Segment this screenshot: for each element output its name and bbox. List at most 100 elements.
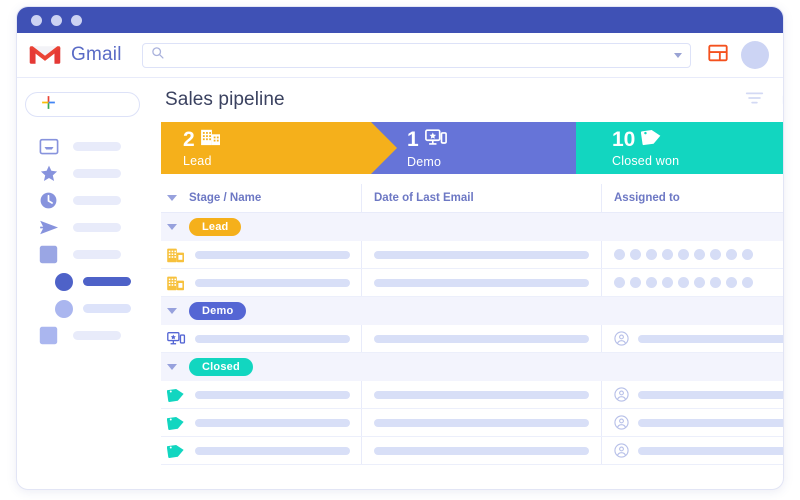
row-date-placeholder — [374, 279, 589, 287]
table-row[interactable] — [161, 381, 784, 409]
close-icon[interactable] — [31, 15, 42, 26]
status-badge: Closed — [189, 358, 253, 376]
table-row[interactable] — [161, 269, 784, 297]
devices-star-icon — [167, 330, 186, 347]
tag-icon — [641, 128, 662, 151]
search-input[interactable] — [170, 49, 668, 61]
person-icon — [614, 387, 629, 402]
minimize-icon[interactable] — [51, 15, 62, 26]
window-titlebar — [17, 7, 783, 33]
clock-snoozed-icon — [39, 191, 61, 211]
avatar[interactable] — [741, 41, 769, 69]
chevron-down-icon[interactable] — [674, 53, 682, 58]
row-date-placeholder — [374, 447, 589, 455]
square-drafts-icon — [39, 245, 61, 265]
table-row[interactable] — [161, 241, 784, 269]
tag-icon — [167, 442, 186, 459]
sidebar-item-starred[interactable] — [25, 160, 157, 187]
table-header-row: Stage / Name Date of Last Email Assigned… — [161, 184, 784, 213]
pipeline-stage-lead[interactable]: 2 — [161, 122, 371, 174]
search-bar[interactable] — [142, 43, 691, 68]
sidebar-label-secondary[interactable] — [25, 295, 157, 322]
row-assignee-placeholder — [638, 335, 784, 343]
app-window: Gmail — [16, 6, 784, 490]
layout-grid-icon[interactable] — [707, 42, 729, 69]
person-icon — [614, 443, 629, 458]
row-name-placeholder — [195, 391, 350, 399]
row-date-placeholder — [374, 391, 589, 399]
sidebar-item-more[interactable] — [25, 322, 157, 349]
gmail-brand-label: Gmail — [71, 44, 122, 66]
chevron-down-icon[interactable] — [167, 364, 177, 370]
building-icon — [167, 246, 186, 263]
pipeline-stage-demo[interactable]: 1 Demo — [371, 122, 576, 174]
column-header-stage-name[interactable]: Stage / Name — [189, 192, 261, 204]
row-date-placeholder — [374, 335, 589, 343]
row-name-placeholder — [195, 335, 350, 343]
chevron-down-icon[interactable] — [167, 308, 177, 314]
label-circle-icon — [55, 300, 73, 318]
maximize-icon[interactable] — [71, 15, 82, 26]
row-date-placeholder — [374, 251, 589, 259]
pipeline-stage-closed-won[interactable]: 10 Closed won — [576, 122, 784, 174]
stage-count: 10 — [612, 129, 635, 150]
stage-label: Closed won — [612, 154, 784, 168]
square-icon — [39, 326, 61, 346]
row-date-placeholder — [374, 419, 589, 427]
row-assignee-placeholder — [638, 447, 784, 455]
sidebar-item-label — [83, 277, 131, 286]
table-row[interactable] — [161, 409, 784, 437]
column-header-date[interactable]: Date of Last Email — [361, 184, 601, 212]
tag-icon — [167, 414, 186, 431]
sidebar-item-drafts[interactable] — [25, 241, 157, 268]
main-header: Sales pipeline — [161, 78, 784, 122]
pipeline-stages: 2 — [161, 122, 784, 174]
row-name-placeholder — [195, 447, 350, 455]
main-toolbar — [745, 89, 784, 112]
devices-star-icon — [425, 128, 447, 152]
building-icon — [167, 274, 186, 291]
chevron-down-icon[interactable] — [167, 195, 177, 201]
table-row[interactable] — [161, 325, 784, 353]
assigned-dots — [614, 249, 753, 260]
pipeline-table: Stage / Name Date of Last Email Assigned… — [161, 184, 784, 465]
gmail-m-icon — [29, 43, 61, 67]
search-icon — [151, 46, 164, 64]
sidebar-item-label — [73, 142, 121, 151]
stage-count: 1 — [407, 129, 419, 150]
sidebar-item-snoozed[interactable] — [25, 187, 157, 214]
header-actions — [707, 41, 769, 69]
compose-button[interactable] — [25, 92, 140, 117]
chevron-down-icon[interactable] — [167, 224, 177, 230]
label-circle-icon — [55, 273, 73, 291]
sidebar-label-active[interactable] — [25, 268, 157, 295]
sidebar-item-inbox[interactable] — [25, 133, 157, 160]
table-group-header-closed[interactable]: Closed — [161, 353, 784, 381]
row-assignee-placeholder — [638, 391, 784, 399]
bar-chart-icon[interactable] — [782, 90, 784, 110]
sidebar-item-sent[interactable] — [25, 214, 157, 241]
column-header-assigned[interactable]: Assigned to — [601, 184, 784, 212]
table-group-header-lead[interactable]: Lead — [161, 213, 784, 241]
stage-label: Demo — [407, 155, 576, 169]
stage-count: 2 — [183, 129, 195, 150]
sidebar-item-label — [73, 250, 121, 259]
status-badge: Lead — [189, 218, 241, 236]
person-icon — [614, 331, 629, 346]
sidebar-item-label — [73, 331, 121, 340]
sidebar-item-label — [73, 196, 121, 205]
filter-icon[interactable] — [745, 91, 764, 110]
row-name-placeholder — [195, 279, 350, 287]
plus-icon — [40, 94, 57, 116]
row-name-placeholder — [195, 419, 350, 427]
assigned-dots — [614, 277, 753, 288]
sidebar — [17, 78, 157, 490]
sidebar-item-label — [73, 169, 121, 178]
star-icon — [39, 164, 61, 184]
inbox-icon — [39, 137, 61, 157]
table-group-header-demo[interactable]: Demo — [161, 297, 784, 325]
send-icon — [39, 218, 61, 238]
row-name-placeholder — [195, 251, 350, 259]
table-row[interactable] — [161, 437, 784, 465]
tag-icon — [167, 386, 186, 403]
